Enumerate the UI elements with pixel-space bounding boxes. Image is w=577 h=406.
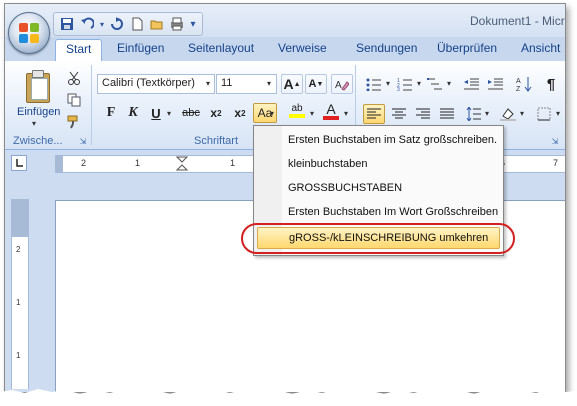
change-case-menu: Ersten Buchstaben im Satz großschreiben.… bbox=[253, 125, 504, 256]
clipboard-group-label: Zwische... bbox=[13, 135, 63, 147]
numbering-icon[interactable]: 123 bbox=[394, 74, 416, 94]
menu-item-uppercase[interactable]: GROSSBUCHSTABEN bbox=[254, 177, 503, 199]
copy-icon[interactable] bbox=[65, 91, 83, 109]
office-button[interactable] bbox=[8, 12, 50, 54]
font-name-box[interactable]: Calibri (Textkörper) bbox=[97, 74, 215, 94]
line-spacing-icon[interactable] bbox=[463, 104, 485, 124]
paragraph-launcher-icon[interactable]: ⇲ bbox=[550, 136, 560, 146]
torn-edge bbox=[0, 389, 577, 406]
align-center-icon[interactable] bbox=[388, 104, 410, 124]
quick-access-toolbar: ▾ ▾ bbox=[53, 12, 203, 36]
font-color-dropdown-icon[interactable]: ▾ bbox=[344, 109, 348, 118]
word-window: ▾ ▾ Dokument1 - Micros Start E bbox=[4, 3, 566, 393]
multilevel-list-icon[interactable] bbox=[424, 74, 446, 94]
ruler-tick: 1 bbox=[16, 351, 21, 360]
subscript-button[interactable]: x2 bbox=[207, 103, 225, 123]
borders-icon[interactable] bbox=[533, 104, 555, 124]
change-case-dropdown-icon[interactable]: ▾ bbox=[270, 109, 274, 118]
highlight-color-button[interactable]: ab bbox=[287, 101, 307, 121]
clear-formatting-icon[interactable]: A bbox=[331, 74, 353, 94]
open-icon[interactable] bbox=[148, 15, 166, 33]
numbering-dropdown-icon[interactable]: ▾ bbox=[417, 79, 421, 88]
menu-item-lowercase[interactable]: kleinbuchstaben bbox=[254, 153, 503, 175]
menu-item-toggle-case[interactable]: gROSS-/kLEINSCHREIBUNG umkehren bbox=[257, 227, 500, 249]
indent-marker-icon[interactable] bbox=[176, 156, 188, 172]
strikethrough-button[interactable]: abc bbox=[179, 103, 203, 123]
tab-verweise[interactable]: Verweise bbox=[278, 41, 327, 55]
title-bar: ▾ ▾ Dokument1 - Micros bbox=[5, 4, 565, 37]
print-icon[interactable] bbox=[168, 15, 186, 33]
ruler-tick: 2 bbox=[81, 158, 87, 168]
tab-start[interactable]: Start bbox=[55, 39, 103, 61]
shading-icon[interactable] bbox=[497, 104, 519, 124]
customize-qat-icon[interactable]: ▾ bbox=[188, 15, 198, 33]
shrink-font-button[interactable]: A ▼ bbox=[305, 74, 327, 94]
decrease-indent-icon[interactable] bbox=[461, 74, 483, 94]
show-formatting-marks-icon[interactable]: ¶ bbox=[540, 74, 562, 94]
font-color-button[interactable]: A bbox=[321, 101, 341, 121]
tab-sendungen[interactable]: Sendungen bbox=[356, 41, 417, 55]
superscript-button[interactable]: x2 bbox=[231, 103, 249, 123]
redo-icon[interactable] bbox=[108, 15, 126, 33]
grow-font-button[interactable]: A ▲ bbox=[281, 74, 303, 94]
vertical-ruler[interactable]: 2 1 1 2 bbox=[11, 199, 29, 389]
new-document-icon[interactable] bbox=[128, 15, 146, 33]
tab-seitenlayout[interactable]: Seitenlayout bbox=[188, 41, 254, 55]
align-left-icon[interactable] bbox=[363, 104, 385, 124]
line-spacing-dropdown-icon[interactable]: ▾ bbox=[485, 109, 489, 118]
clipboard-launcher-icon[interactable]: ⇲ bbox=[78, 136, 88, 146]
font-group-label: Schriftart bbox=[194, 135, 239, 147]
svg-text:3: 3 bbox=[397, 87, 400, 91]
ruler-tick: 2 bbox=[16, 245, 21, 254]
bold-button[interactable]: F bbox=[102, 103, 120, 123]
ruler-tick: 7 bbox=[553, 158, 559, 168]
borders-dropdown-icon[interactable]: ▾ bbox=[556, 109, 560, 118]
font-name-value: Calibri (Textkörper) bbox=[102, 77, 195, 89]
menu-item-sentence-case[interactable]: Ersten Buchstaben im Satz großschreiben. bbox=[254, 129, 503, 151]
ruler-tick: 1 bbox=[135, 158, 141, 168]
multilevel-dropdown-icon[interactable]: ▾ bbox=[447, 79, 451, 88]
sort-icon[interactable]: AZ bbox=[513, 74, 535, 94]
font-size-dropdown-icon[interactable]: ▾ bbox=[267, 79, 271, 88]
paste-button[interactable]: Einfügen bbox=[17, 106, 60, 118]
save-icon[interactable] bbox=[58, 15, 76, 33]
menu-item-capitalize-each-word[interactable]: Ersten Buchstaben Im Wort Großschreiben bbox=[254, 201, 503, 223]
bullets-icon[interactable] bbox=[363, 74, 385, 94]
italic-button[interactable]: K bbox=[124, 103, 142, 123]
tab-einfuegen[interactable]: Einfügen bbox=[117, 41, 164, 55]
underline-dropdown-icon[interactable]: ▾ bbox=[167, 109, 171, 118]
shading-dropdown-icon[interactable]: ▾ bbox=[520, 109, 524, 118]
tab-selector-icon[interactable] bbox=[11, 155, 27, 171]
window-title: Dokument1 - Micros bbox=[470, 14, 565, 28]
tab-ansicht[interactable]: Ansicht bbox=[521, 41, 560, 55]
svg-text:Z: Z bbox=[516, 86, 521, 92]
align-right-icon[interactable] bbox=[412, 104, 434, 124]
format-painter-icon[interactable] bbox=[65, 113, 83, 131]
underline-button[interactable]: U bbox=[147, 103, 165, 123]
undo-icon[interactable] bbox=[78, 15, 96, 33]
font-size-value: 11 bbox=[221, 77, 233, 89]
font-name-dropdown-icon[interactable]: ▾ bbox=[206, 79, 210, 88]
ribbon-tabs: Start Einfügen Seitenlayout Verweise Sen… bbox=[5, 37, 565, 61]
svg-text:A: A bbox=[335, 80, 342, 91]
paste-dropdown-icon[interactable]: ▾ bbox=[32, 119, 36, 128]
bullets-dropdown-icon[interactable]: ▾ bbox=[386, 79, 390, 88]
ruler-tick: 1 bbox=[230, 158, 236, 168]
increase-indent-icon[interactable] bbox=[485, 74, 507, 94]
tab-ueberpruefen[interactable]: Überprüfen bbox=[437, 41, 497, 55]
justify-icon[interactable] bbox=[436, 104, 458, 124]
highlight-dropdown-icon[interactable]: ▾ bbox=[310, 109, 314, 118]
svg-text:A: A bbox=[516, 78, 521, 85]
ruler-tick: 1 bbox=[16, 298, 21, 307]
undo-dropdown-icon[interactable]: ▾ bbox=[98, 15, 106, 33]
cut-icon[interactable] bbox=[65, 69, 83, 87]
office-logo-icon bbox=[19, 23, 39, 43]
paste-icon[interactable] bbox=[24, 70, 50, 103]
